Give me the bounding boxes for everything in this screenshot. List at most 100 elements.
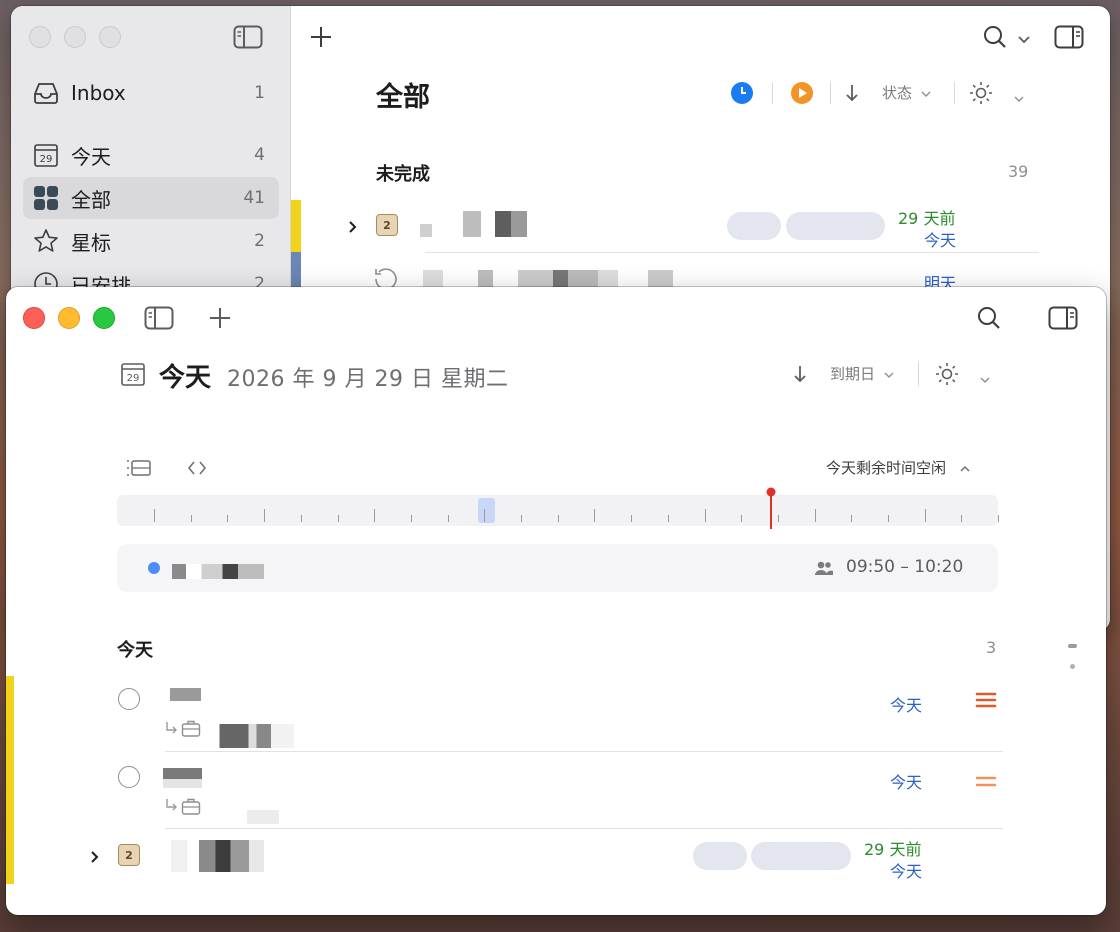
due-date: 今天 xyxy=(924,231,957,250)
day-timeline[interactable] xyxy=(117,495,1000,526)
sort-direction-icon[interactable] xyxy=(845,83,859,107)
priority-high-icon[interactable] xyxy=(975,691,997,713)
sidebar-item-label: 星标 xyxy=(71,230,111,255)
sidebar-item-label: Inbox xyxy=(71,81,126,105)
grid-icon xyxy=(33,185,59,211)
time-filter-icon[interactable] xyxy=(730,81,754,109)
sidebar-item-starred[interactable]: 星标 2 xyxy=(23,220,279,262)
window-close-button[interactable] xyxy=(29,26,51,48)
window-zoom-button[interactable] xyxy=(93,307,115,329)
free-time-status[interactable]: 今天剩余时间空闲 xyxy=(826,457,971,478)
svg-text:29: 29 xyxy=(40,154,53,165)
inbox-tray-icon xyxy=(33,80,59,106)
search-icon[interactable] xyxy=(977,306,1001,334)
task-checkbox[interactable] xyxy=(118,688,140,710)
chevron-down-icon[interactable] xyxy=(1017,30,1031,49)
sidebar-item-label: 全部 xyxy=(71,187,111,212)
search-icon[interactable] xyxy=(983,25,1007,53)
chevron-down-icon[interactable] xyxy=(1013,88,1025,107)
redacted-text xyxy=(247,810,279,824)
event-time: 09:50 – 10:20 xyxy=(846,557,964,577)
event-card[interactable]: 09:50 – 10:20 xyxy=(117,544,998,592)
inspector-toggle-icon[interactable] xyxy=(1054,25,1084,53)
front-window: 29 今天 2026 年 9 月 29 日 星期二 到期日 今天剩余时间空闲 0… xyxy=(6,287,1106,915)
redacted-text xyxy=(170,688,201,701)
due-date: 今天 xyxy=(890,862,923,881)
divider xyxy=(918,362,919,386)
svg-text:29: 29 xyxy=(127,373,140,384)
expand-chevron-icon[interactable] xyxy=(348,219,358,238)
event-block[interactable] xyxy=(478,498,495,523)
window-close-button[interactable] xyxy=(23,307,45,329)
calendar-color-dot xyxy=(148,562,160,574)
sidebar-item-count: 4 xyxy=(254,145,265,165)
project-badge-icon: 2 xyxy=(376,214,398,236)
timeline-tick xyxy=(631,515,633,522)
sort-menu[interactable]: 状态 xyxy=(882,82,931,103)
timeline-list-icon[interactable] xyxy=(126,458,152,482)
timeline-tick xyxy=(594,509,596,522)
redacted-text xyxy=(172,564,264,579)
flag-stripe xyxy=(6,676,14,884)
divider xyxy=(772,82,773,104)
timeline-tick xyxy=(851,515,853,522)
add-task-button[interactable] xyxy=(309,25,333,53)
expand-chevron-icon[interactable] xyxy=(90,849,100,868)
sidebar-item-all[interactable]: 全部 41 xyxy=(23,177,279,219)
section-title: 今天 xyxy=(117,640,153,661)
sidebar-toggle-icon[interactable] xyxy=(233,25,263,53)
sidebar-item-inbox[interactable]: Inbox 1 xyxy=(23,72,279,114)
page-title: 全部 xyxy=(376,82,430,113)
timeline-tick xyxy=(190,515,192,522)
calendar-icon: 29 xyxy=(33,142,59,168)
play-filter-icon[interactable] xyxy=(790,81,814,109)
star-icon xyxy=(33,228,59,254)
redacted-text xyxy=(211,724,294,748)
tag-chip[interactable] xyxy=(751,842,851,870)
timeline-tick xyxy=(264,509,266,522)
chevron-down-icon[interactable] xyxy=(979,369,991,388)
tag-chip[interactable] xyxy=(693,842,747,870)
timeline-tick xyxy=(888,515,889,522)
window-zoom-button[interactable] xyxy=(99,26,121,48)
sidebar-item-today[interactable]: 29 今天 4 xyxy=(23,134,279,176)
sort-label: 状态 xyxy=(882,84,913,102)
timeline-tick xyxy=(227,515,229,522)
row-divider xyxy=(165,828,1003,829)
scroll-indicator xyxy=(1068,644,1077,648)
redacted-text xyxy=(463,211,527,237)
timeline-tick xyxy=(557,515,559,522)
timeline-tick xyxy=(337,515,339,522)
free-time-label: 今天剩余时间空闲 xyxy=(826,459,947,477)
relative-date: 29 天前 xyxy=(864,840,922,859)
sort-direction-icon[interactable] xyxy=(793,364,807,388)
sun-icon[interactable] xyxy=(969,81,993,109)
tag-chip[interactable] xyxy=(786,212,885,240)
sidebar-item-label: 今天 xyxy=(71,144,111,169)
timeline-tick xyxy=(814,509,816,522)
timeline-tick xyxy=(924,509,926,522)
page-title: 今天 xyxy=(159,363,212,393)
due-date: 今天 xyxy=(890,696,923,715)
redacted-text xyxy=(163,768,202,788)
timeline-tick xyxy=(961,515,963,522)
tag-chip[interactable] xyxy=(727,212,781,240)
subtask-arrow-icon xyxy=(164,797,178,816)
sun-icon[interactable] xyxy=(935,362,959,390)
expand-collapse-icon[interactable] xyxy=(186,459,208,481)
timeline-tick xyxy=(447,515,449,522)
add-task-button[interactable] xyxy=(208,306,232,334)
date-subtitle: 2026 年 9 月 29 日 星期二 xyxy=(227,367,509,392)
task-checkbox[interactable] xyxy=(118,766,140,788)
sort-menu[interactable]: 到期日 xyxy=(830,363,894,384)
attendees-icon xyxy=(814,560,834,580)
timeline-tick xyxy=(410,515,412,522)
sidebar-toggle-icon[interactable] xyxy=(144,306,174,334)
redacted-text xyxy=(171,840,264,872)
window-minimize-button[interactable] xyxy=(64,26,86,48)
priority-medium-icon[interactable] xyxy=(975,774,997,793)
window-minimize-button[interactable] xyxy=(58,307,80,329)
timeline-tick xyxy=(300,515,302,522)
inspector-toggle-icon[interactable] xyxy=(1048,306,1078,334)
sidebar-item-count: 41 xyxy=(243,188,265,208)
